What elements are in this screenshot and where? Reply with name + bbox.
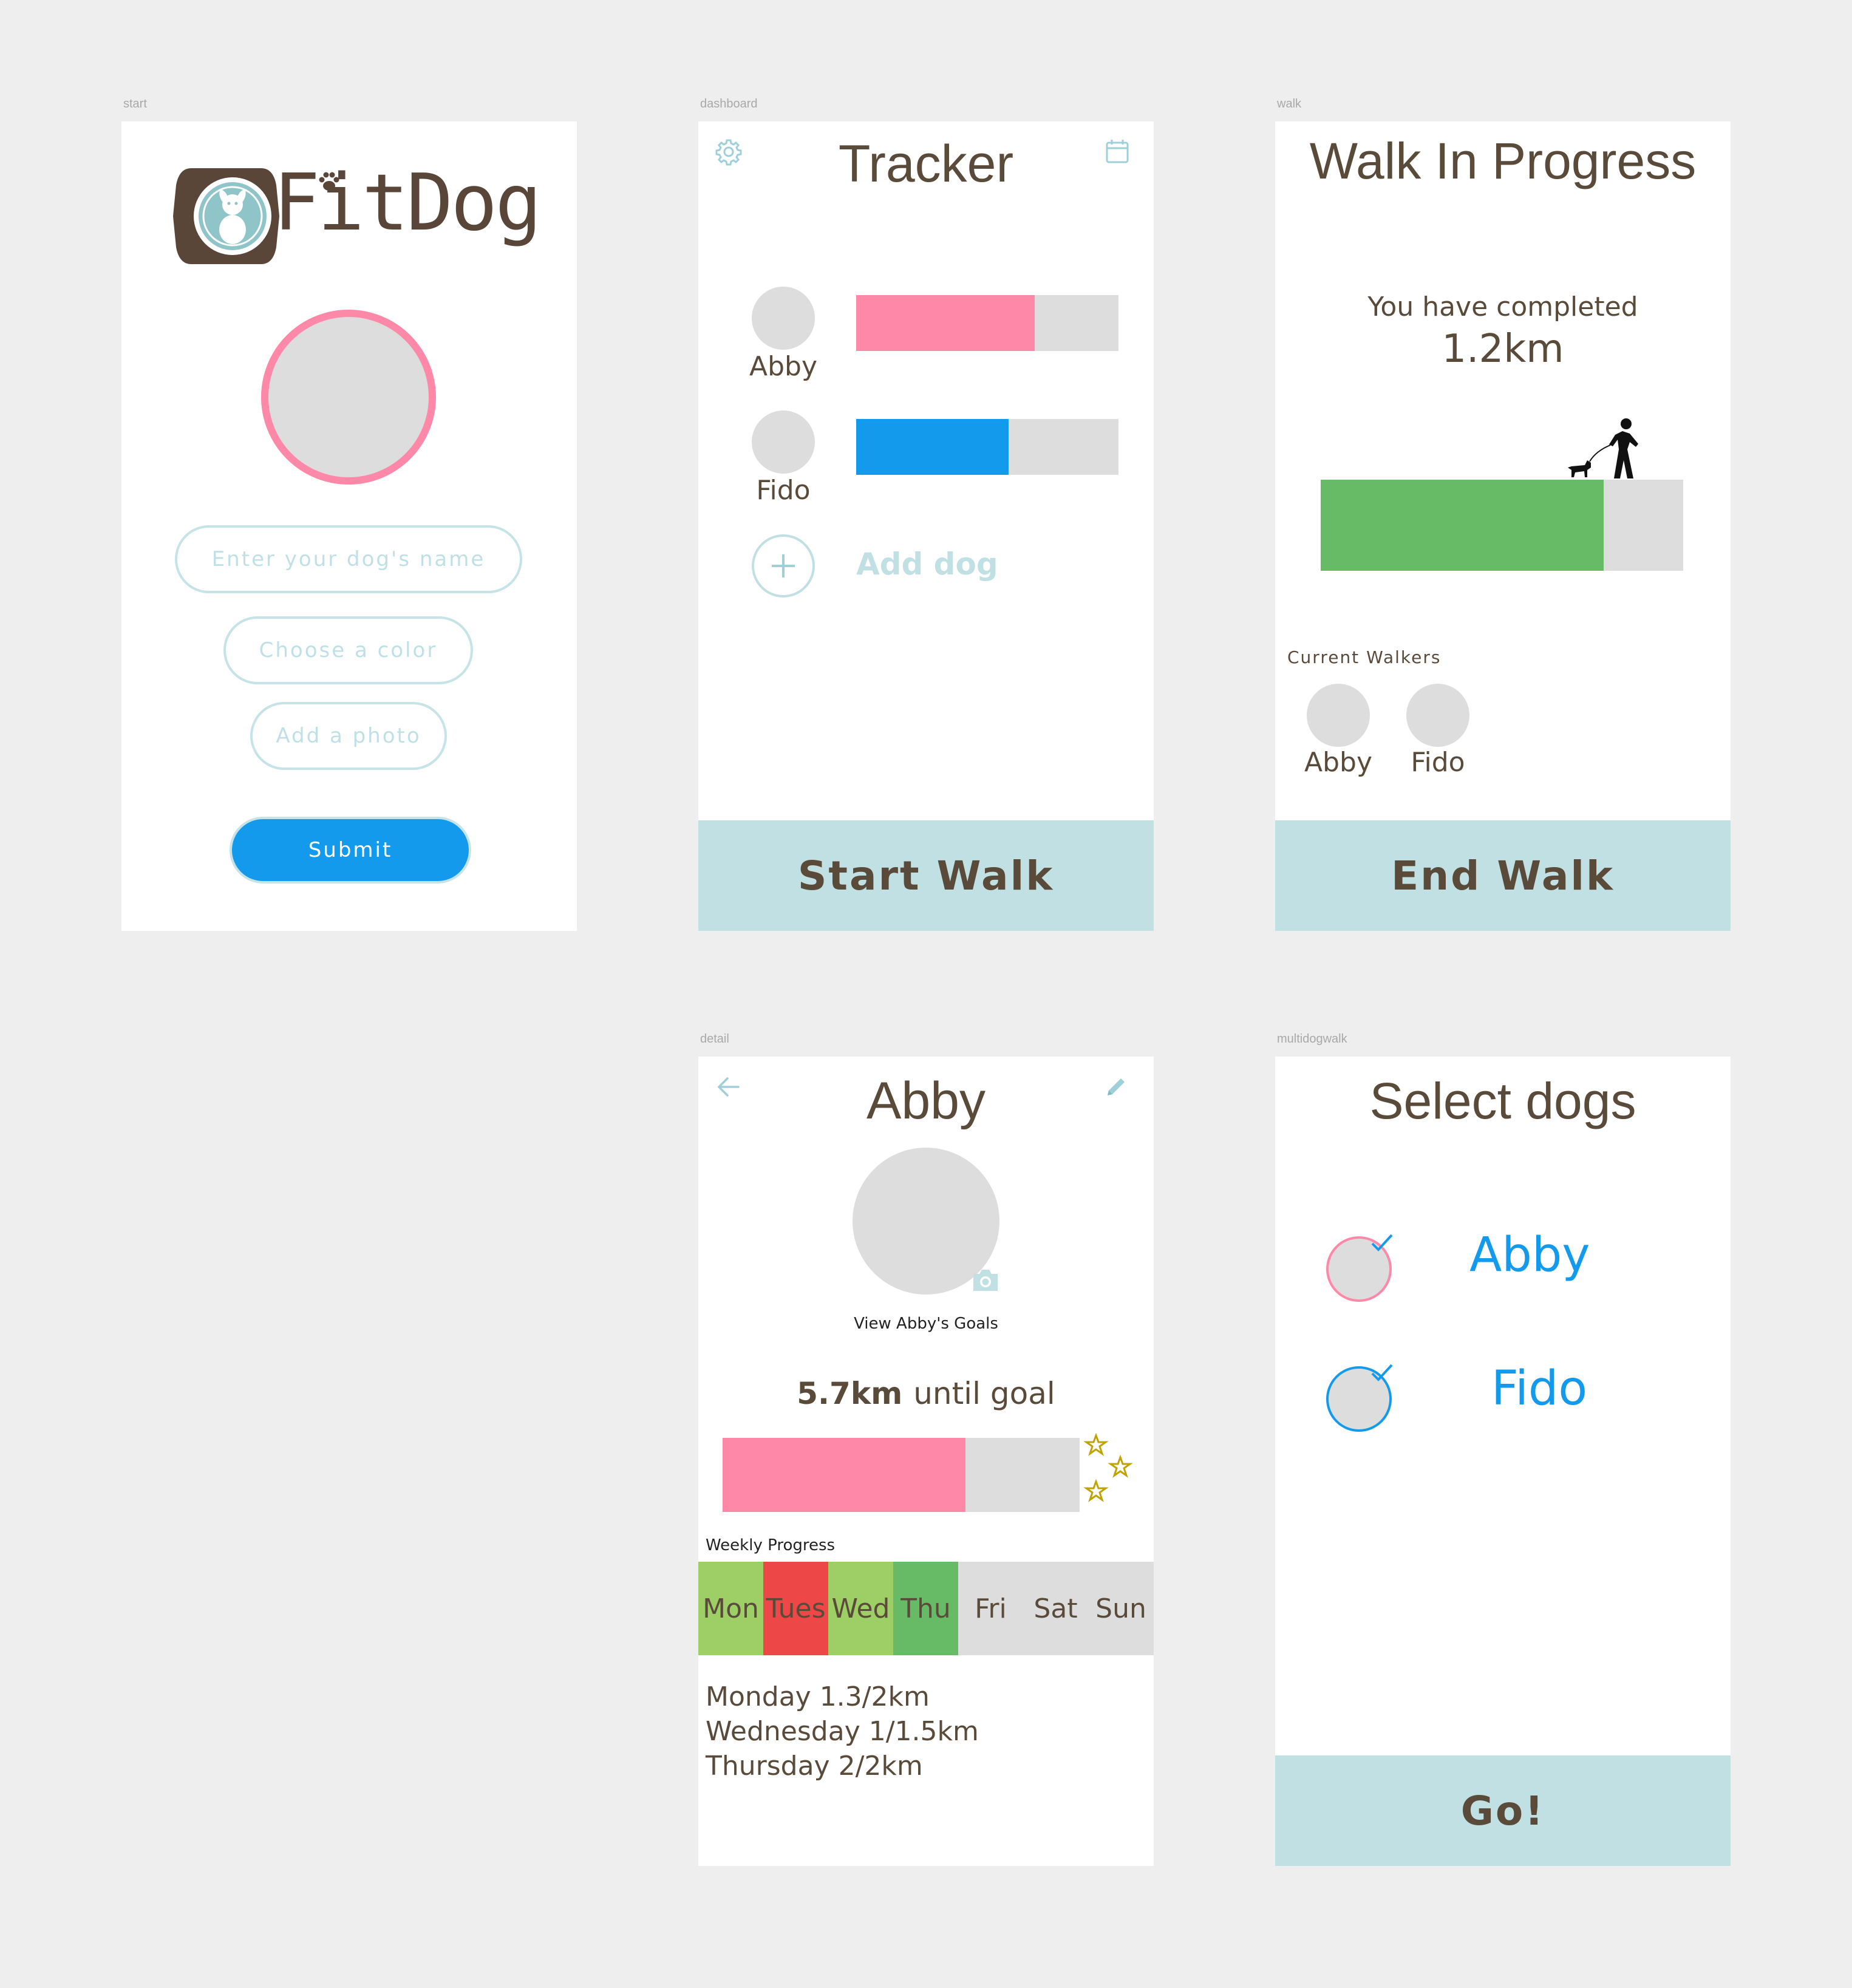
dog-progress-bar [856, 419, 1118, 475]
view-goals-link[interactable]: View Abby's Goals [698, 1310, 1154, 1337]
dog-name: Abby [749, 351, 817, 382]
until-goal-text: 5.7km until goal [698, 1369, 1154, 1418]
dog-name: Fido [756, 475, 811, 506]
plus-icon [772, 554, 795, 577]
end-walk-button[interactable]: End Walk [1275, 820, 1731, 931]
day-cell[interactable]: Sat [1023, 1562, 1088, 1655]
completed-label: You have completed [1367, 291, 1638, 322]
dog-progress-fill [856, 295, 1035, 351]
walk-progress-fill [1321, 480, 1604, 571]
paw-icon [317, 169, 341, 193]
walker-avatar[interactable] [1307, 684, 1370, 747]
go-label: Go! [1460, 1787, 1545, 1834]
dog-select-name[interactable]: Abby [1469, 1228, 1590, 1282]
dog-avatar[interactable] [752, 410, 815, 474]
dog-name-placeholder: Enter your dog's name [211, 547, 486, 571]
go-button[interactable]: Go! [1275, 1755, 1731, 1866]
dog-avatar[interactable] [752, 287, 815, 350]
until-goal-label: until goal [913, 1376, 1055, 1411]
dog-progress-fill [856, 419, 1009, 475]
until-goal-value: 5.7km [797, 1376, 903, 1411]
day-cell[interactable]: Fri [958, 1562, 1023, 1655]
day-cell[interactable]: Sun [1088, 1562, 1154, 1655]
goal-progress-bar [723, 1438, 1080, 1512]
app-logo-text: FitDog [273, 158, 542, 248]
day-cell[interactable]: Tues [763, 1562, 828, 1655]
walk-log-entry: Monday 1.3/2km [706, 1681, 930, 1712]
day-cell[interactable]: Wed [828, 1562, 893, 1655]
checkmark-icon [1371, 1364, 1393, 1381]
submit-label: Submit [308, 838, 393, 862]
walker-name: Fido [1411, 747, 1465, 778]
artboard-label-walk: walk [1277, 97, 1302, 111]
camera-icon[interactable] [970, 1267, 1001, 1293]
day-cell[interactable]: Thu [893, 1562, 958, 1655]
add-dog-button[interactable] [752, 534, 815, 597]
add-photo-button[interactable]: Add a photo [250, 702, 447, 770]
start-walk-label: Start Walk [797, 852, 1055, 899]
add-photo-label: Add a photo [276, 724, 421, 748]
page-title: Abby [866, 1071, 986, 1130]
walk-progress-bar [1321, 480, 1683, 571]
distance-completed: 1.2km [1442, 327, 1564, 372]
start-walk-button[interactable]: Start Walk [698, 820, 1154, 931]
artboard-label-detail: detail [700, 1032, 729, 1046]
start-screen: FitDog Enter your dog's name Choose a co… [121, 121, 577, 931]
dog-photo-placeholder[interactable] [261, 310, 436, 485]
artboard-label-start: start [123, 97, 147, 111]
page-title: Walk In Progress [1309, 132, 1697, 189]
walk-log: Monday 1.3/2km Wednesday 1/1.5km Thursda… [706, 1680, 979, 1783]
walk-log-entry: Thursday 2/2km [706, 1751, 923, 1782]
dog-progress-bar [856, 295, 1118, 351]
dashboard-screen: Tracker Abby Fido Add dog Start Walk [698, 121, 1154, 931]
page-title: Tracker [838, 134, 1014, 193]
dog-select-name[interactable]: Fido [1491, 1361, 1587, 1416]
star-icon [1081, 1432, 1142, 1518]
multidogwalk-screen: Select dogs Abby Fido Go! [1275, 1057, 1731, 1866]
pencil-icon[interactable] [1103, 1074, 1129, 1100]
current-walkers-label: Current Walkers [1287, 647, 1442, 667]
choose-color-label: Choose a color [259, 638, 438, 662]
detail-screen: Abby View Abby's Goals 5.7km until goal … [698, 1057, 1154, 1866]
dog-name-input[interactable]: Enter your dog's name [175, 525, 522, 593]
weekly-progress-label: Weekly Progress [706, 1536, 836, 1554]
calendar-icon[interactable] [1102, 137, 1132, 167]
weekly-calendar: Mon Tues Wed Thu Fri Sat Sun [698, 1562, 1154, 1655]
choose-color-button[interactable]: Choose a color [223, 616, 473, 684]
goal-progress-fill [723, 1438, 965, 1512]
artboard-label-dashboard: dashboard [700, 97, 758, 111]
add-dog-label[interactable]: Add dog [856, 546, 998, 582]
day-cell[interactable]: Mon [698, 1562, 763, 1655]
fitdog-logo-icon [173, 167, 279, 265]
page-title: Select dogs [1369, 1072, 1636, 1129]
dog-select-checkbox[interactable] [1326, 1360, 1394, 1432]
artboard-label-multidogwalk: multidogwalk [1277, 1032, 1347, 1046]
person-walking-dog-icon [1567, 418, 1639, 480]
submit-button[interactable]: Submit [230, 817, 471, 883]
dog-select-checkbox[interactable] [1326, 1233, 1394, 1303]
walker-avatar[interactable] [1406, 684, 1469, 747]
walk-screen: Walk In Progress You have completed 1.2k… [1275, 121, 1731, 931]
end-walk-label: End Walk [1391, 852, 1615, 899]
walker-name: Abby [1304, 747, 1372, 778]
checkmark-icon [1371, 1234, 1393, 1251]
walk-log-entry: Wednesday 1/1.5km [706, 1716, 979, 1747]
